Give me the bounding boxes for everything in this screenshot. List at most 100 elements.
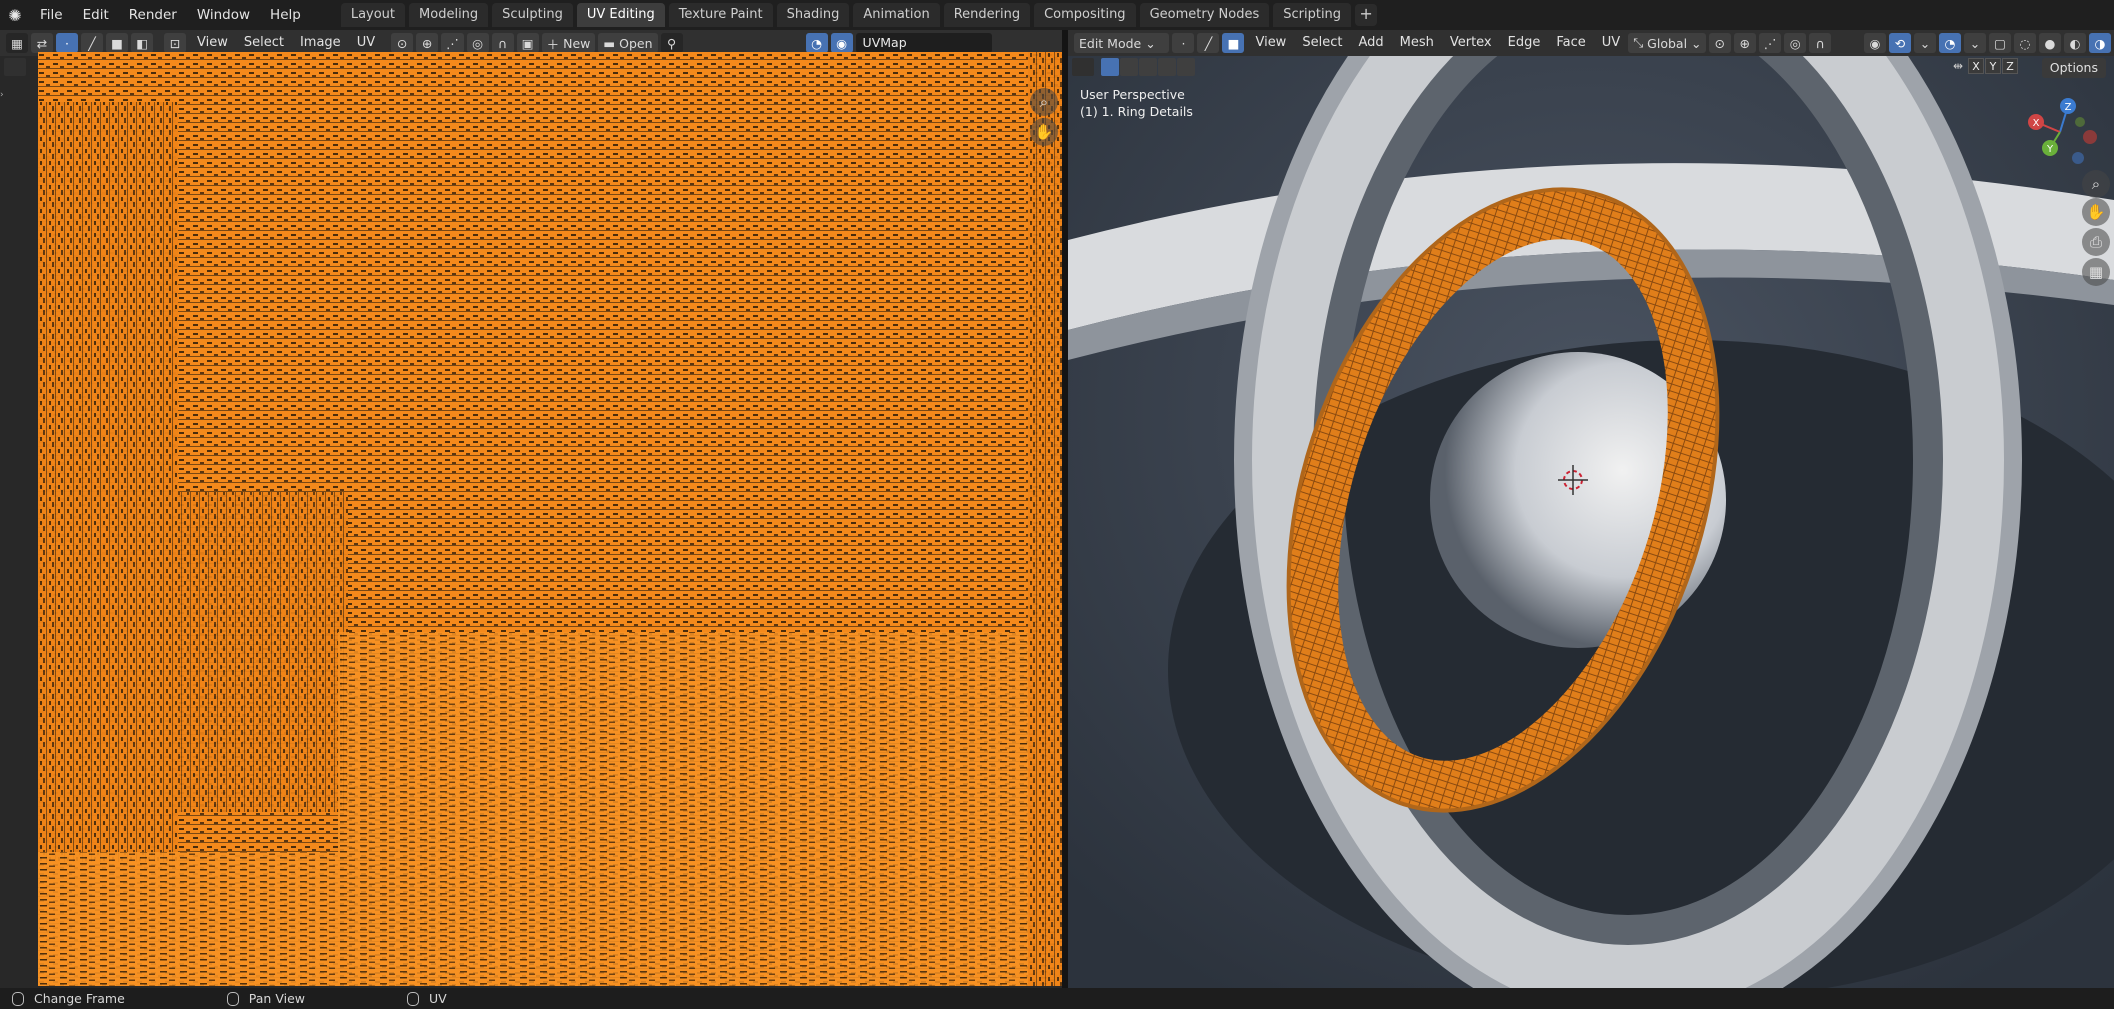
face-mode-icon[interactable]: ■ [1222, 33, 1245, 53]
falloff-icon[interactable]: ∩ [491, 33, 514, 53]
camera-view-icon[interactable]: ⎙ [2082, 228, 2110, 256]
blender-logo-icon[interactable]: ✺ [0, 0, 30, 30]
tab-animation[interactable]: Animation [853, 3, 940, 27]
toolbar-toggle-icon[interactable] [4, 58, 26, 76]
proportional-edit-icon[interactable]: ◎ [466, 33, 489, 53]
svg-text:X: X [2033, 118, 2040, 129]
menu-view[interactable]: View [189, 33, 236, 53]
sidebar-expand-icon[interactable]: › [0, 90, 6, 110]
material-shading-icon[interactable]: ◐ [2064, 33, 2086, 53]
svg-text:Z: Z [2065, 102, 2072, 113]
tab-texture-paint[interactable]: Texture Paint [668, 3, 773, 27]
menu-edit[interactable]: Edit [73, 0, 119, 30]
3d-viewport[interactable]: Edit Mode ⌄ · ╱ ■ View Select Add Mesh V… [1068, 30, 2114, 988]
viewport-tool-settings [1068, 56, 1196, 78]
menu-select[interactable]: Select [1294, 33, 1350, 53]
select-extend-icon[interactable] [1120, 58, 1138, 76]
solid-shading-icon[interactable]: ● [2039, 33, 2061, 53]
tab-layout[interactable]: Layout [340, 3, 406, 27]
ortho-toggle-icon[interactable]: ▦ [2082, 258, 2110, 286]
add-workspace-button[interactable]: + [1355, 4, 1378, 26]
new-image-button[interactable]: ＋ New [541, 33, 596, 53]
menu-select[interactable]: Select [236, 33, 292, 53]
tab-compositing[interactable]: Compositing [1034, 3, 1136, 27]
pivot-point-icon[interactable]: ⊙ [1708, 33, 1731, 53]
menu-window[interactable]: Window [187, 0, 260, 30]
pivot-icon[interactable]: ⊙ [391, 33, 414, 53]
toolbar-toggle-icon[interactable] [1072, 58, 1094, 76]
menu-add[interactable]: Add [1350, 33, 1391, 53]
tab-rendering[interactable]: Rendering [943, 3, 1031, 27]
mode-dropdown[interactable]: Edit Mode ⌄ [1074, 33, 1170, 53]
menu-file[interactable]: File [30, 0, 73, 30]
face-select-icon[interactable]: ■ [106, 33, 128, 53]
status-pan-view-label: Pan View [248, 991, 305, 1006]
select-invert-icon[interactable] [1158, 58, 1176, 76]
mode-label: Edit Mode [1079, 35, 1142, 51]
pan-hand-icon[interactable]: ✋ [2082, 198, 2110, 226]
image-browse-icon[interactable]: ▣ [516, 33, 539, 53]
snap-icon[interactable]: ⊕ [1733, 33, 1756, 53]
tab-uv-editing[interactable]: UV Editing [576, 3, 665, 27]
menu-image[interactable]: Image [292, 33, 349, 53]
pin-icon[interactable]: ⚲ [660, 33, 683, 53]
uv-layout-canvas[interactable] [38, 52, 1064, 986]
menu-mesh[interactable]: Mesh [1392, 33, 1442, 53]
snap-icon[interactable]: ⊕ [416, 33, 439, 53]
xray-icon[interactable]: ▢ [1989, 33, 2011, 53]
zoom-icon[interactable]: ⌕ [1030, 88, 1058, 116]
tab-geometry-nodes[interactable]: Geometry Nodes [1139, 3, 1270, 27]
zoom-icon[interactable]: ⌕ [2082, 170, 2110, 198]
mirror-y-button[interactable]: Y [1985, 58, 2001, 74]
overlay-toggle-icon[interactable]: ◔ [1939, 33, 1961, 53]
gizmo-dropdown-icon[interactable]: ⌄ [1914, 33, 1936, 53]
snap-target-icon[interactable]: ⋰ [1758, 33, 1782, 53]
visibility-icon[interactable]: ◉ [1864, 33, 1886, 53]
uvmap-field[interactable]: UVMap [855, 33, 992, 53]
snap-target-icon[interactable]: ⋰ [441, 33, 464, 53]
pan-hand-icon[interactable]: ✋ [1030, 118, 1058, 146]
tab-sculpting[interactable]: Sculpting [492, 3, 573, 27]
tab-scripting[interactable]: Scripting [1273, 3, 1352, 27]
status-change-frame-label: Change Frame [34, 991, 125, 1006]
menu-help[interactable]: Help [260, 0, 311, 30]
select-subtract-icon[interactable] [1139, 58, 1157, 76]
menu-uv[interactable]: UV [1594, 33, 1628, 53]
wireframe-shading-icon[interactable]: ◌ [2014, 33, 2036, 53]
sticky-select-icon[interactable]: ⊡ [164, 33, 186, 53]
vertex-select-icon[interactable]: · [56, 33, 78, 53]
gizmo-toggle-icon[interactable]: ⟲ [1889, 33, 1911, 53]
menu-view[interactable]: View [1247, 33, 1294, 53]
select-intersect-icon[interactable] [1177, 58, 1195, 76]
mirror-z-button[interactable]: Z [2002, 58, 2018, 74]
menu-render[interactable]: Render [119, 0, 187, 30]
editor-type-icon[interactable]: ▦ [6, 33, 28, 53]
sync-selection-icon[interactable]: ⇄ [31, 33, 53, 53]
menu-uv[interactable]: UV [349, 33, 383, 53]
tab-modeling[interactable]: Modeling [409, 3, 489, 27]
edge-select-icon[interactable]: ╱ [81, 33, 103, 53]
tab-shading[interactable]: Shading [776, 3, 850, 27]
status-uv-label: UV [428, 991, 447, 1006]
transform-orientation-dropdown[interactable]: ⤡ Global ⌄ [1628, 33, 1706, 53]
mouse-left-icon [12, 991, 24, 1006]
island-select-icon[interactable]: ◧ [131, 33, 153, 53]
uv-display-icon[interactable]: ◉ [830, 33, 853, 53]
select-new-icon[interactable] [1101, 58, 1119, 76]
vertex-mode-icon[interactable]: · [1172, 33, 1195, 53]
uv-overlay-icon[interactable]: ◔ [805, 33, 828, 53]
overlay-dropdown-icon[interactable]: ⌄ [1964, 33, 1986, 53]
rendered-shading-icon[interactable]: ◑ [2089, 33, 2111, 53]
viewport-header: Edit Mode ⌄ · ╱ ■ View Select Add Mesh V… [1068, 30, 2114, 56]
menu-edge[interactable]: Edge [1500, 33, 1549, 53]
options-dropdown[interactable]: Options [2041, 58, 2106, 78]
proportional-edit-icon[interactable]: ◎ [1784, 33, 1807, 53]
navigation-gizmo[interactable]: Z X Y [2020, 92, 2100, 172]
status-change-frame: Change Frame [12, 991, 125, 1006]
menu-vertex[interactable]: Vertex [1442, 33, 1500, 53]
mirror-x-button[interactable]: X [1968, 58, 1984, 74]
open-image-button[interactable]: ▬ Open [598, 33, 658, 53]
falloff-icon[interactable]: ∩ [1809, 33, 1832, 53]
menu-face[interactable]: Face [1548, 33, 1593, 53]
edge-mode-icon[interactable]: ╱ [1197, 33, 1220, 53]
